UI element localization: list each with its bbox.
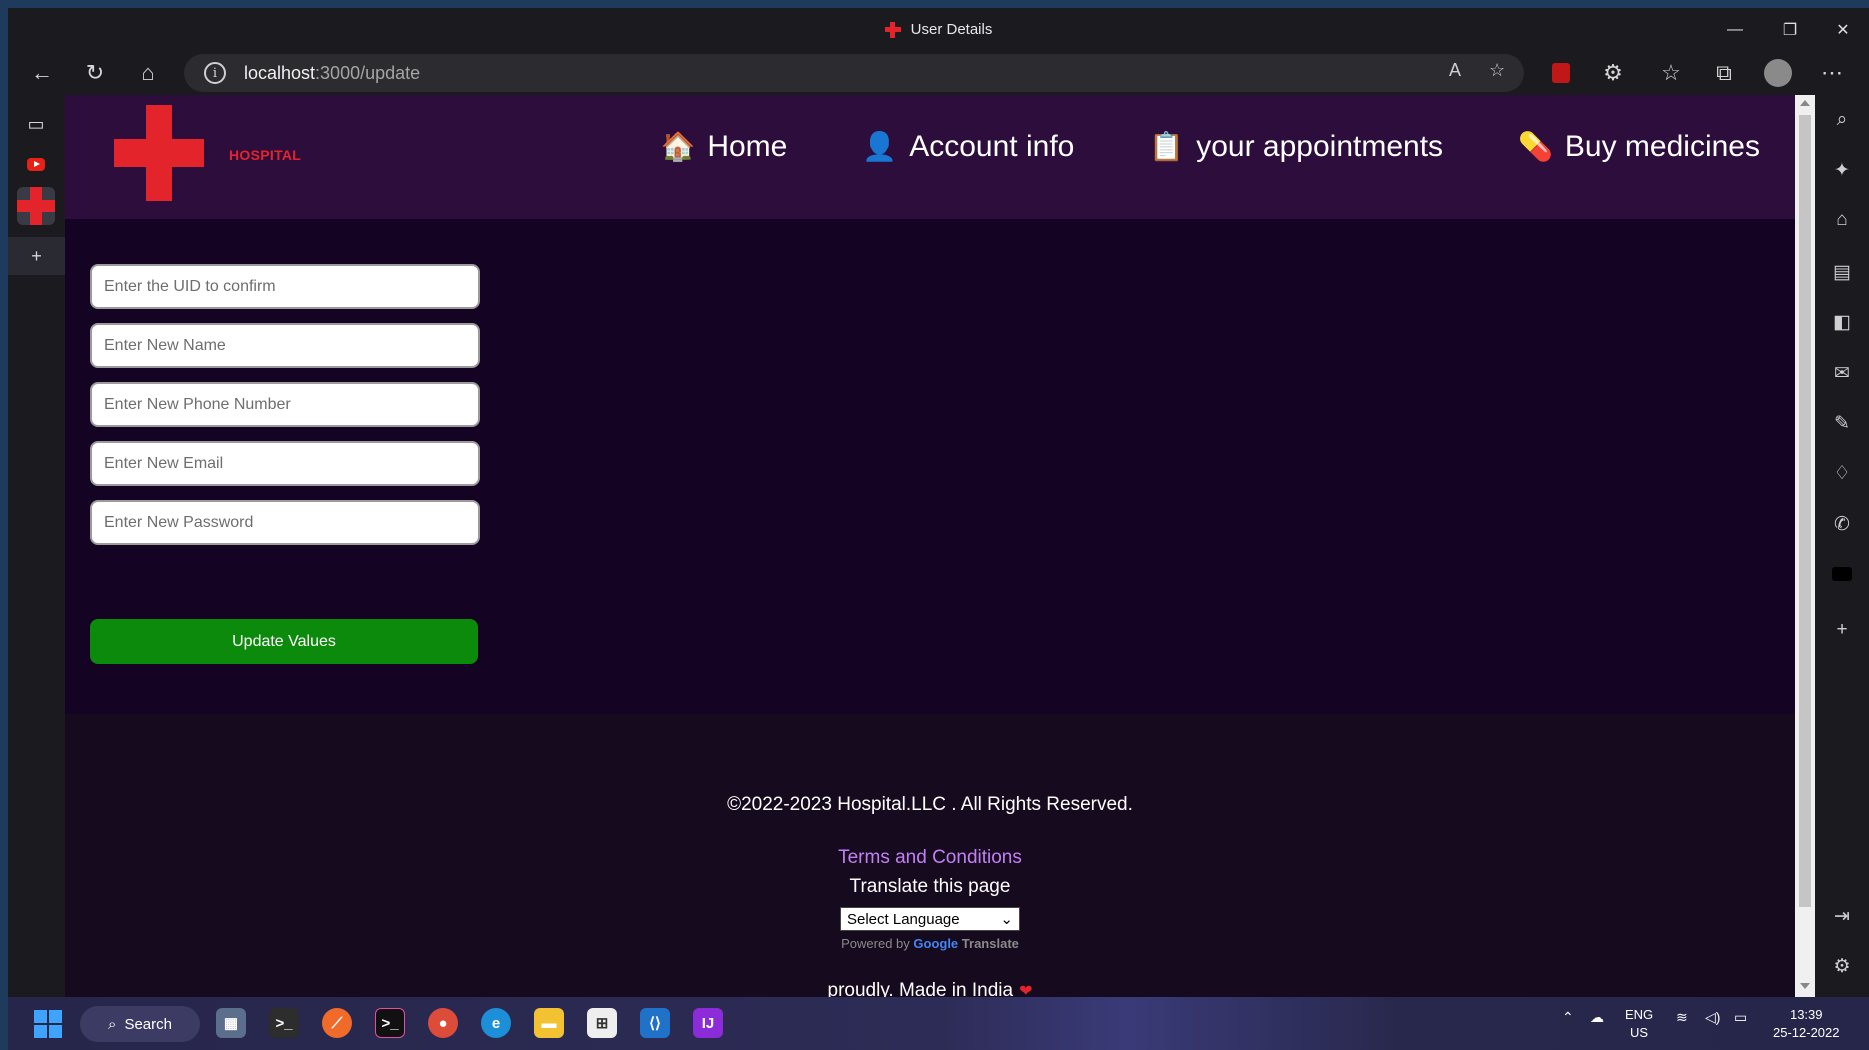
refresh-icon[interactable]: ↻ xyxy=(77,57,113,89)
tab-actions-icon[interactable]: ▭ xyxy=(17,105,55,143)
google-logo[interactable]: Google xyxy=(913,936,958,951)
scroll-down-arrow-icon[interactable] xyxy=(1800,983,1810,989)
window-title-text: User Details xyxy=(910,21,993,38)
scroll-up-arrow-icon[interactable] xyxy=(1800,100,1810,106)
close-button[interactable]: ✕ xyxy=(1816,8,1869,51)
tray-cloud-icon[interactable]: ☁ xyxy=(1590,1009,1604,1026)
made-in-india: proudly. Made in India ❤ xyxy=(65,980,1795,997)
read-aloud-icon[interactable]: A xyxy=(1449,60,1461,81)
sidebar-search-icon[interactable]: ⌕ xyxy=(1826,104,1858,136)
hospital-logo[interactable] xyxy=(114,105,204,201)
translate-link[interactable]: Translate xyxy=(962,936,1019,951)
search-icon: ⌕ xyxy=(108,1015,117,1033)
site-footer: ©2022-2023 Hospital.LLC . All Rights Res… xyxy=(65,714,1795,997)
microsoft-store-icon[interactable]: ⊞ xyxy=(587,1008,617,1038)
file-explorer-icon[interactable]: ▬ xyxy=(534,1008,564,1038)
intellij-app-icon[interactable]: IJ xyxy=(693,1008,723,1038)
powered-by-google-translate: Powered by Google Translate xyxy=(841,936,1019,951)
uid-input[interactable] xyxy=(90,264,480,309)
youtube-tab-icon[interactable] xyxy=(17,145,55,183)
youtube-sidebar-icon[interactable] xyxy=(1826,558,1858,590)
scrollbar-thumb[interactable] xyxy=(1799,115,1811,907)
copilot-icon[interactable]: ✦ xyxy=(1826,154,1858,186)
windows-start-icon[interactable] xyxy=(34,1010,62,1038)
main-nav: 🏠 Home 👤 Account info 📋 your appointments 💊… xyxy=(660,130,1760,164)
minimize-button[interactable]: — xyxy=(1708,8,1762,51)
nav-account-info[interactable]: 👤 Account info xyxy=(862,130,1074,164)
nav-buy-medicines[interactable]: 💊 Buy medicines xyxy=(1518,130,1760,164)
edge-sidebar: ⌕ ✦ ⌂ ▤ ◧ ✉ ✎ ♢ ✆ + ⇥ ⚙ xyxy=(1815,95,1869,997)
terms-link[interactable]: Terms and Conditions xyxy=(65,847,1795,869)
new-name-input[interactable] xyxy=(90,323,480,368)
home-icon: 🏠 xyxy=(660,131,696,162)
site-header: HOSPITAL 🏠 Home 👤 Account info 📋 your appoi… xyxy=(65,95,1795,219)
tools-briefcase-icon[interactable]: ▤ xyxy=(1826,256,1858,288)
vscode-app-icon[interactable]: ⟨⟩ xyxy=(640,1008,670,1038)
hide-sidebar-icon[interactable]: ⇥ xyxy=(1826,900,1858,932)
volume-icon[interactable]: ◁) xyxy=(1705,1009,1720,1026)
edge-app-icon[interactable]: e xyxy=(481,1008,511,1038)
brand-name: HOSPITAL xyxy=(229,147,302,163)
calculator-app-icon[interactable]: ▦ xyxy=(216,1008,246,1038)
windows-taskbar: ⌕ Search ▦ >_ ⟋ >_ ● e ▬ ⊞ ⟨⟩ IJ ⌃ ☁ ENG U… xyxy=(8,997,1869,1050)
favorites-icon[interactable]: ☆ xyxy=(1653,57,1689,89)
hospital-tab-icon[interactable] xyxy=(17,187,55,225)
pill-icon: 💊 xyxy=(1518,131,1553,162)
outlook-icon[interactable]: ✉ xyxy=(1826,357,1858,389)
ublock-extension-icon[interactable] xyxy=(1543,57,1579,89)
user-icon: 👤 xyxy=(862,131,898,162)
language-select[interactable]: Select Language ⌄ xyxy=(840,907,1020,931)
notification-icon[interactable]: ♢ xyxy=(1826,457,1858,489)
heart-icon: ❤ xyxy=(1019,983,1033,997)
taskbar-search-button[interactable]: ⌕ Search xyxy=(80,1006,200,1042)
hyper-terminal-icon[interactable]: >_ xyxy=(375,1008,405,1038)
tray-chevron-up-icon[interactable]: ⌃ xyxy=(1562,1009,1574,1026)
image-creator-icon[interactable]: ✎ xyxy=(1826,407,1858,439)
extensions-icon[interactable]: ⚙ xyxy=(1595,57,1631,89)
chevron-down-icon: ⌄ xyxy=(1000,911,1013,928)
whatsapp-icon[interactable]: ✆ xyxy=(1826,508,1858,540)
site-info-icon[interactable]: i xyxy=(204,62,226,84)
wifi-icon[interactable]: ≋ xyxy=(1676,1009,1688,1026)
back-arrow-icon[interactable]: ← xyxy=(24,57,60,89)
translate-heading: Translate this page xyxy=(849,876,1011,897)
page-viewport: HOSPITAL 🏠 Home 👤 Account info 📋 your appoi… xyxy=(65,95,1795,997)
language-indicator[interactable]: ENG US xyxy=(1625,1006,1653,1042)
browser-toolbar: ← ↻ ⌂ i localhost:3000/update A ☆ ⚙ ☆ ⧉ … xyxy=(8,51,1869,95)
new-email-input[interactable] xyxy=(90,441,480,486)
vertical-tabs-strip: ▭ + xyxy=(8,95,65,997)
system-clock[interactable]: 13:39 25-12-2022 xyxy=(1773,1006,1840,1042)
profile-avatar[interactable] xyxy=(1760,57,1796,89)
address-bar[interactable]: i localhost:3000/update A ☆ xyxy=(184,54,1524,92)
shopping-tag-icon[interactable]: ⌂ xyxy=(1826,204,1858,236)
home-icon[interactable]: ⌂ xyxy=(130,57,166,89)
update-values-button[interactable]: Update Values xyxy=(90,619,478,664)
window-title-bar: User Details — ❐ ✕ xyxy=(8,8,1869,51)
url-text[interactable]: localhost:3000/update xyxy=(244,63,420,84)
restore-button[interactable]: ❐ xyxy=(1763,8,1817,51)
new-password-input[interactable] xyxy=(90,500,480,545)
nav-home[interactable]: 🏠 Home xyxy=(660,130,787,164)
add-sidebar-app-icon[interactable]: + xyxy=(1826,614,1858,646)
update-form: Update Values xyxy=(65,219,1795,714)
chrome-app-icon[interactable]: ● xyxy=(428,1008,458,1038)
new-phone-input[interactable] xyxy=(90,382,480,427)
hospital-cross-icon xyxy=(884,21,901,38)
new-tab-icon[interactable]: + xyxy=(8,237,65,275)
window-title: User Details xyxy=(8,8,1869,51)
sidebar-settings-gear-icon[interactable]: ⚙ xyxy=(1826,950,1858,982)
battery-icon[interactable]: ▭ xyxy=(1734,1009,1747,1026)
copyright-text: ©2022-2023 Hospital.LLC . All Rights Res… xyxy=(727,794,1133,815)
add-favorite-icon[interactable]: ☆ xyxy=(1489,60,1505,81)
clipboard-icon: 📋 xyxy=(1149,131,1185,162)
terminal-app-icon[interactable]: >_ xyxy=(269,1008,299,1038)
office-icon[interactable]: ◧ xyxy=(1826,306,1858,338)
more-options-icon[interactable]: ⋯ xyxy=(1814,57,1850,89)
collections-icon[interactable]: ⧉ xyxy=(1706,57,1742,89)
page-scrollbar[interactable] xyxy=(1795,95,1815,997)
postman-app-icon[interactable]: ⟋ xyxy=(322,1008,352,1038)
nav-appointments[interactable]: 📋 your appointments xyxy=(1149,130,1443,164)
